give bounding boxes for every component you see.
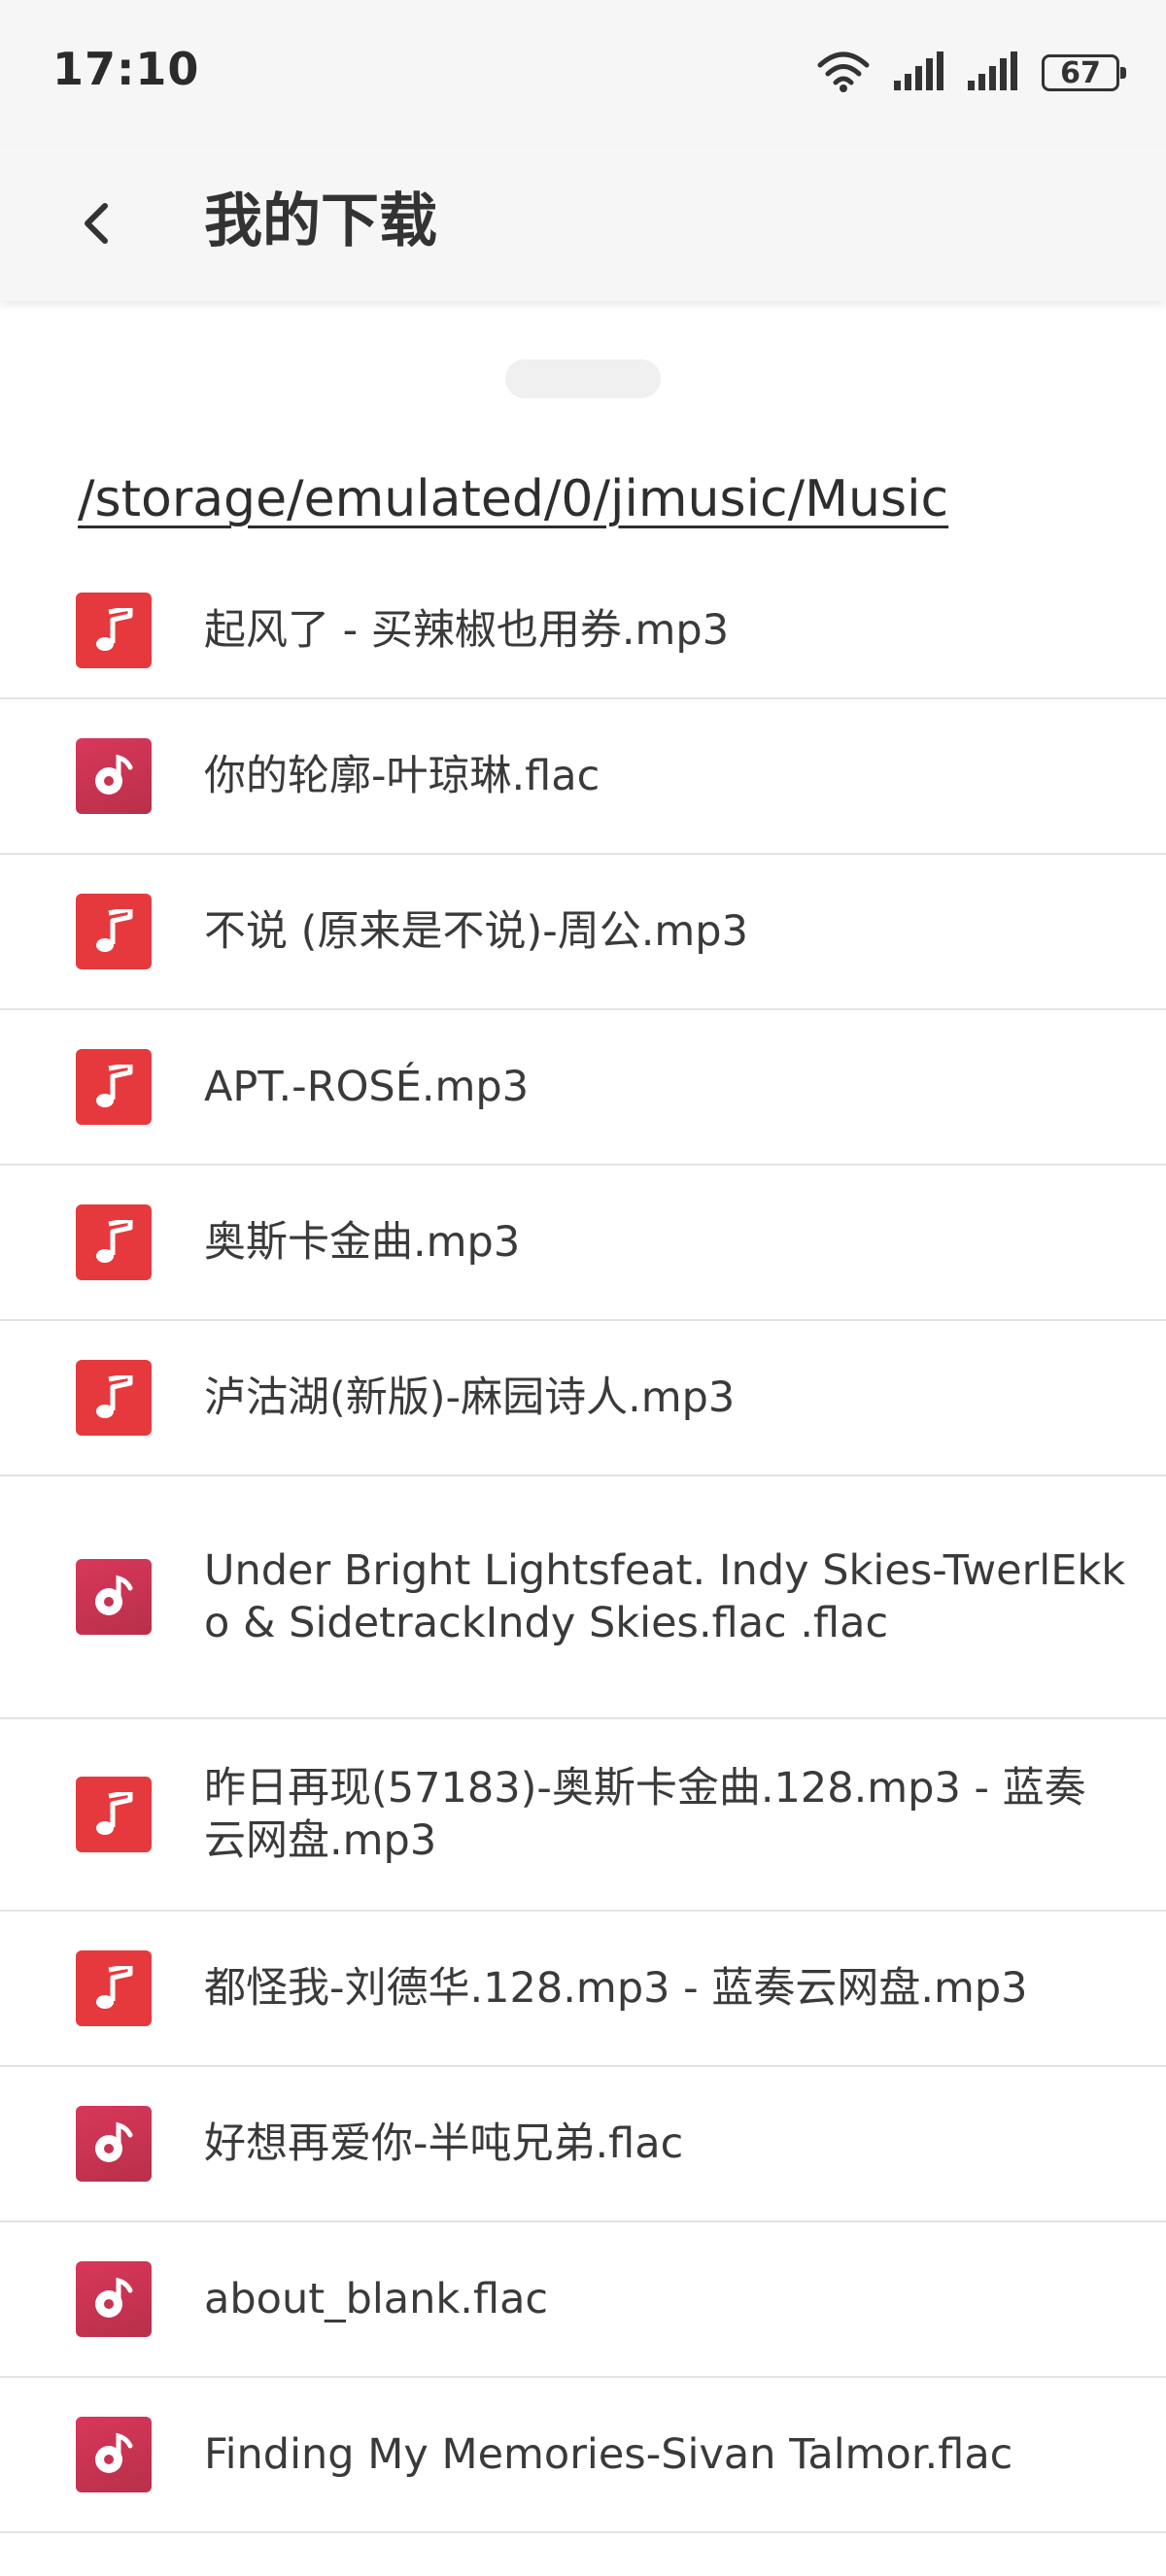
file-list-item[interactable]: 都怪我-刘德华.128.mp3 - 蓝奏云网盘.mp3 [0, 1912, 1166, 2067]
music-note-icon [76, 1360, 152, 1436]
file-list: 起风了 - 买辣椒也用券.mp3 你的轮廓-叶琼琳.flac 不说 (原来是不说)-… [0, 563, 1166, 2533]
file-name: 奥斯卡金曲.mp3 [204, 1218, 521, 1267]
file-name: 你的轮廓-叶琼琳.flac [204, 752, 600, 800]
file-list-item[interactable]: 不说 (原来是不说)-周公.mp3 [0, 855, 1166, 1010]
file-name: 起风了 - 买辣椒也用券.mp3 [204, 606, 730, 655]
file-name: 昨日再现(57183)-奥斯卡金曲.128.mp3 - 蓝奏云网盘.mp3 [204, 1764, 1086, 1865]
file-name: 不说 (原来是不说)-周公.mp3 [204, 907, 748, 956]
status-bar: 17:10 67 [0, 0, 1166, 146]
file-name: 泸沽湖(新版)-麻园诗人.mp3 [204, 1373, 736, 1422]
battery-icon: 67 [1042, 54, 1126, 91]
flac-file-icon [76, 1559, 152, 1635]
file-list-item[interactable]: 起风了 - 买辣椒也用券.mp3 [0, 563, 1166, 699]
music-note-icon [76, 1777, 152, 1852]
file-list-item[interactable]: APT.-ROSÉ.mp3 [0, 1010, 1166, 1166]
status-time: 17:10 [52, 43, 200, 95]
file-list-item[interactable]: Under Bright Lightsfeat. Indy Skies-Twer… [0, 1476, 1166, 1719]
file-name: APT.-ROSÉ.mp3 [204, 1063, 530, 1111]
file-list-item[interactable]: about_blank.flac [0, 2222, 1166, 2378]
drag-handle[interactable] [505, 359, 661, 398]
file-name: about_blank.flac [204, 2275, 549, 2323]
file-list-item[interactable]: Finding My Memories-Sivan Talmor.flac [0, 2378, 1166, 2533]
music-note-icon [76, 894, 152, 969]
file-name: 都怪我-刘德华.128.mp3 - 蓝奏云网盘.mp3 [204, 1964, 1028, 2013]
music-note-icon [76, 1950, 152, 2026]
chevron-left-icon [85, 203, 108, 244]
wifi-icon [816, 50, 871, 96]
file-name: 好想再爱你-半吨兄弟.flac [204, 2119, 684, 2168]
signal-icon [894, 51, 944, 94]
app-bar: 我的下载 [0, 146, 1166, 301]
flac-file-icon [76, 2106, 152, 2182]
signal-icon [968, 51, 1018, 94]
file-list-item[interactable]: 泸沽湖(新版)-麻园诗人.mp3 [0, 1321, 1166, 1476]
file-list-item[interactable]: 奥斯卡金曲.mp3 [0, 1166, 1166, 1321]
music-note-icon [76, 1204, 152, 1280]
file-list-item[interactable]: 昨日再现(57183)-奥斯卡金曲.128.mp3 - 蓝奏云网盘.mp3 [0, 1719, 1166, 1912]
folder-path-link[interactable]: /storage/emulated/0/jimusic/Music [78, 470, 948, 528]
flac-file-icon [76, 2261, 152, 2337]
status-icons: 67 [816, 49, 1126, 97]
battery-level: 67 [1060, 55, 1101, 90]
music-note-icon [76, 593, 152, 668]
flac-file-icon [76, 738, 152, 814]
page-title: 我的下载 [204, 187, 437, 255]
file-name: Under Bright Lightsfeat. Indy Skies-Twer… [204, 1546, 1126, 1647]
music-note-icon [76, 1049, 152, 1125]
file-list-item[interactable]: 好想再爱你-半吨兄弟.flac [0, 2067, 1166, 2222]
file-name: Finding My Memories-Sivan Talmor.flac [204, 2430, 1013, 2479]
file-list-item[interactable]: 你的轮廓-叶琼琳.flac [0, 699, 1166, 855]
back-button[interactable] [58, 185, 136, 262]
flac-file-icon [76, 2417, 152, 2492]
